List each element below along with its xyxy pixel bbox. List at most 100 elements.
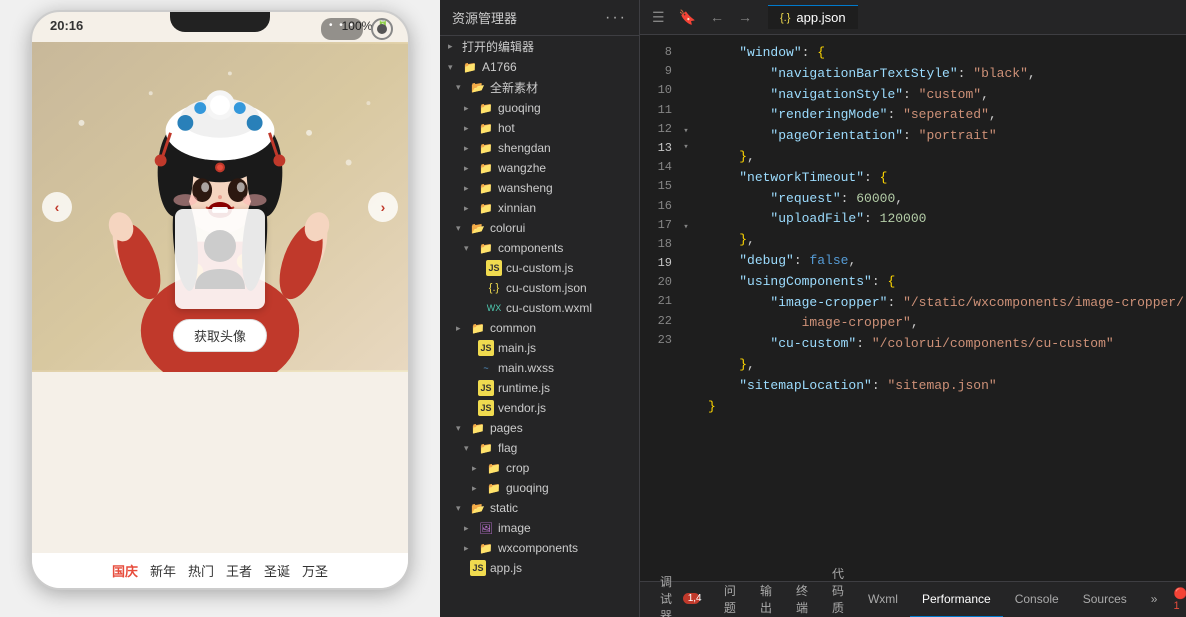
flag-icon: 📁 xyxy=(478,440,494,456)
editor-tab-bar: ☰ 🔖 ← → {.} app.json xyxy=(640,0,1186,35)
file-cu-custom-js[interactable]: JS cu-custom.js xyxy=(440,258,639,278)
folder-flag[interactable]: 📁 flag xyxy=(440,438,639,458)
sources-label: Sources xyxy=(1083,592,1127,606)
file-main-wxss[interactable]: ~ main.wxss xyxy=(440,358,639,378)
fold-btn-11 xyxy=(680,91,692,107)
open-editors-section[interactable]: 打开的编辑器 xyxy=(440,36,639,57)
wxml-label: Wxml xyxy=(868,592,898,606)
fold-btn-13[interactable]: ▾ xyxy=(680,123,692,139)
tab-output[interactable]: 输出 xyxy=(748,582,784,617)
shengdan-icon: 📁 xyxy=(478,140,494,156)
tab-title: app.json xyxy=(796,10,845,25)
folder-shengdan[interactable]: 📁 shengdan xyxy=(440,138,639,158)
fold-btn-10 xyxy=(680,75,692,91)
editor-tab-app-json[interactable]: {.} app.json xyxy=(768,5,858,29)
folder-pages[interactable]: 📁 pages xyxy=(440,418,639,438)
fold-btn-18 xyxy=(680,203,692,219)
get-avatar-button[interactable]: 获取头像 xyxy=(173,319,267,352)
tab-console[interactable]: Console xyxy=(1003,582,1071,617)
tag-hot[interactable]: 热门 xyxy=(188,561,214,580)
code-line-11: "renderingMode": "seperated", xyxy=(696,105,1186,126)
phone-time: 20:16 xyxy=(50,18,83,33)
folder-common[interactable]: 📁 common xyxy=(440,318,639,338)
nav-arrow-left[interactable]: ‹ xyxy=(42,192,72,222)
xinnian-arrow xyxy=(464,203,478,214)
wangzhe-label: wangzhe xyxy=(498,161,639,175)
wxcomponents-label: wxcomponents xyxy=(498,541,639,555)
forward-icon[interactable]: → xyxy=(734,7,756,28)
folder-quanxin[interactable]: 📂 全新素材 xyxy=(440,77,639,98)
three-dots[interactable]: • • • xyxy=(321,18,363,40)
tag-wansheng[interactable]: 万圣 xyxy=(302,561,328,580)
code-editor-area[interactable]: 8 9 10 11 12 13 14 15 16 17 18 19 20 21 … xyxy=(640,35,1186,581)
nav-arrow-right[interactable]: › xyxy=(368,192,398,222)
folder-wangzhe[interactable]: 📁 wangzhe xyxy=(440,158,639,178)
bookmark-icon[interactable]: 🔖 xyxy=(675,7,700,28)
code-line-20b: image-cropper", xyxy=(696,313,1186,334)
explorer-tree: 打开的编辑器 📁 A1766 📂 全新素材 📁 guoqing 📁 hot xyxy=(440,36,639,578)
folder-guoqing[interactable]: 📁 guoqing xyxy=(440,98,639,118)
record-button[interactable] xyxy=(371,18,393,40)
tab-issues[interactable]: 问题 xyxy=(712,582,748,617)
folder-static[interactable]: 📂 static xyxy=(440,498,639,518)
folder-image[interactable]: 🖼 image xyxy=(440,518,639,538)
file-cu-custom-wxml[interactable]: WX cu-custom.wxml xyxy=(440,298,639,318)
folder-crop[interactable]: 📁 crop xyxy=(440,458,639,478)
explorer-menu-icon[interactable]: ··· xyxy=(605,9,627,27)
fold-btn-19[interactable]: ▾ xyxy=(680,219,692,235)
file-main-js[interactable]: JS main.js xyxy=(440,338,639,358)
explorer-header: 资源管理器 ··· xyxy=(440,0,639,36)
tab-wxml[interactable]: Wxml xyxy=(856,582,910,617)
explorer-panel: 资源管理器 ··· 打开的编辑器 📁 A1766 📂 全新素材 📁 guoqin… xyxy=(440,0,640,617)
code-line-20a: "image-cropper": "/static/wxcomponents/i… xyxy=(696,293,1186,314)
code-line-10: "navigationStyle": "custom", xyxy=(696,85,1186,106)
vendorjs-icon: JS xyxy=(478,400,494,416)
tab-terminal[interactable]: 终端 xyxy=(784,582,820,617)
folder-guoqing2[interactable]: 📁 guoqing xyxy=(440,478,639,498)
folder-xinnian[interactable]: 📁 xinnian xyxy=(440,198,639,218)
guoqing2-arrow xyxy=(472,483,486,494)
line-14: 14 xyxy=(640,158,672,177)
back-icon[interactable]: ← xyxy=(706,7,728,28)
cu-json-icon: {.} xyxy=(486,280,502,296)
wansheng-label: wansheng xyxy=(498,181,639,195)
tab-performance[interactable]: Performance xyxy=(910,582,1003,617)
fold-btn-14[interactable]: ▾ xyxy=(680,139,692,155)
xinnian-label: xinnian xyxy=(498,201,639,215)
code-content[interactable]: "window": { "navigationBarTextStyle": "b… xyxy=(696,35,1186,581)
folder-wansheng[interactable]: 📁 wansheng xyxy=(440,178,639,198)
phone-tags-row: 国庆 新年 热门 王者 圣诞 万圣 xyxy=(32,553,408,588)
file-app-js[interactable]: JS app.js xyxy=(440,558,639,578)
tab-debugger[interactable]: 调试器 1,4 xyxy=(648,582,712,617)
folder-hot[interactable]: 📁 hot xyxy=(440,118,639,138)
root-folder-icon: 📁 xyxy=(462,59,478,75)
hamburger-icon[interactable]: ☰ xyxy=(648,7,669,28)
folder-wxcomponents[interactable]: 📁 wxcomponents xyxy=(440,538,639,558)
file-runtime-js[interactable]: JS runtime.js xyxy=(440,378,639,398)
root-folder[interactable]: 📁 A1766 xyxy=(440,57,639,77)
components-icon: 📁 xyxy=(478,240,494,256)
folder-colorui[interactable]: 📂 colorui xyxy=(440,218,639,238)
tag-wangzhe[interactable]: 王者 xyxy=(226,561,252,580)
folder-components[interactable]: 📁 components xyxy=(440,238,639,258)
phone-preview-panel: 20:16 100% 🔋 • • • xyxy=(0,0,440,617)
file-vendor-js[interactable]: JS vendor.js xyxy=(440,398,639,418)
line-12: 12 xyxy=(640,120,672,139)
line-21: 21 xyxy=(640,292,672,311)
guoqing-arrow xyxy=(464,103,478,114)
code-line-21: "cu-custom": "/colorui/components/cu-cus… xyxy=(696,334,1186,355)
tab-codequality[interactable]: 代码质量 xyxy=(820,582,856,617)
tag-xinnian[interactable]: 新年 xyxy=(150,561,176,580)
fold-btn-9 xyxy=(680,59,692,75)
static-label: static xyxy=(490,501,639,515)
more-label: » xyxy=(1151,592,1158,606)
guoqing-icon: 📁 xyxy=(478,100,494,116)
file-cu-custom-json[interactable]: {.} cu-custom.json xyxy=(440,278,639,298)
tab-sources[interactable]: Sources xyxy=(1071,582,1139,617)
tag-shengdan[interactable]: 圣诞 xyxy=(264,561,290,580)
avatar-container xyxy=(175,209,265,309)
image-icon: 🖼 xyxy=(478,520,494,536)
tag-guoqing[interactable]: 国庆 xyxy=(112,561,138,580)
pages-arrow xyxy=(456,423,470,434)
tab-more[interactable]: » xyxy=(1139,582,1170,617)
